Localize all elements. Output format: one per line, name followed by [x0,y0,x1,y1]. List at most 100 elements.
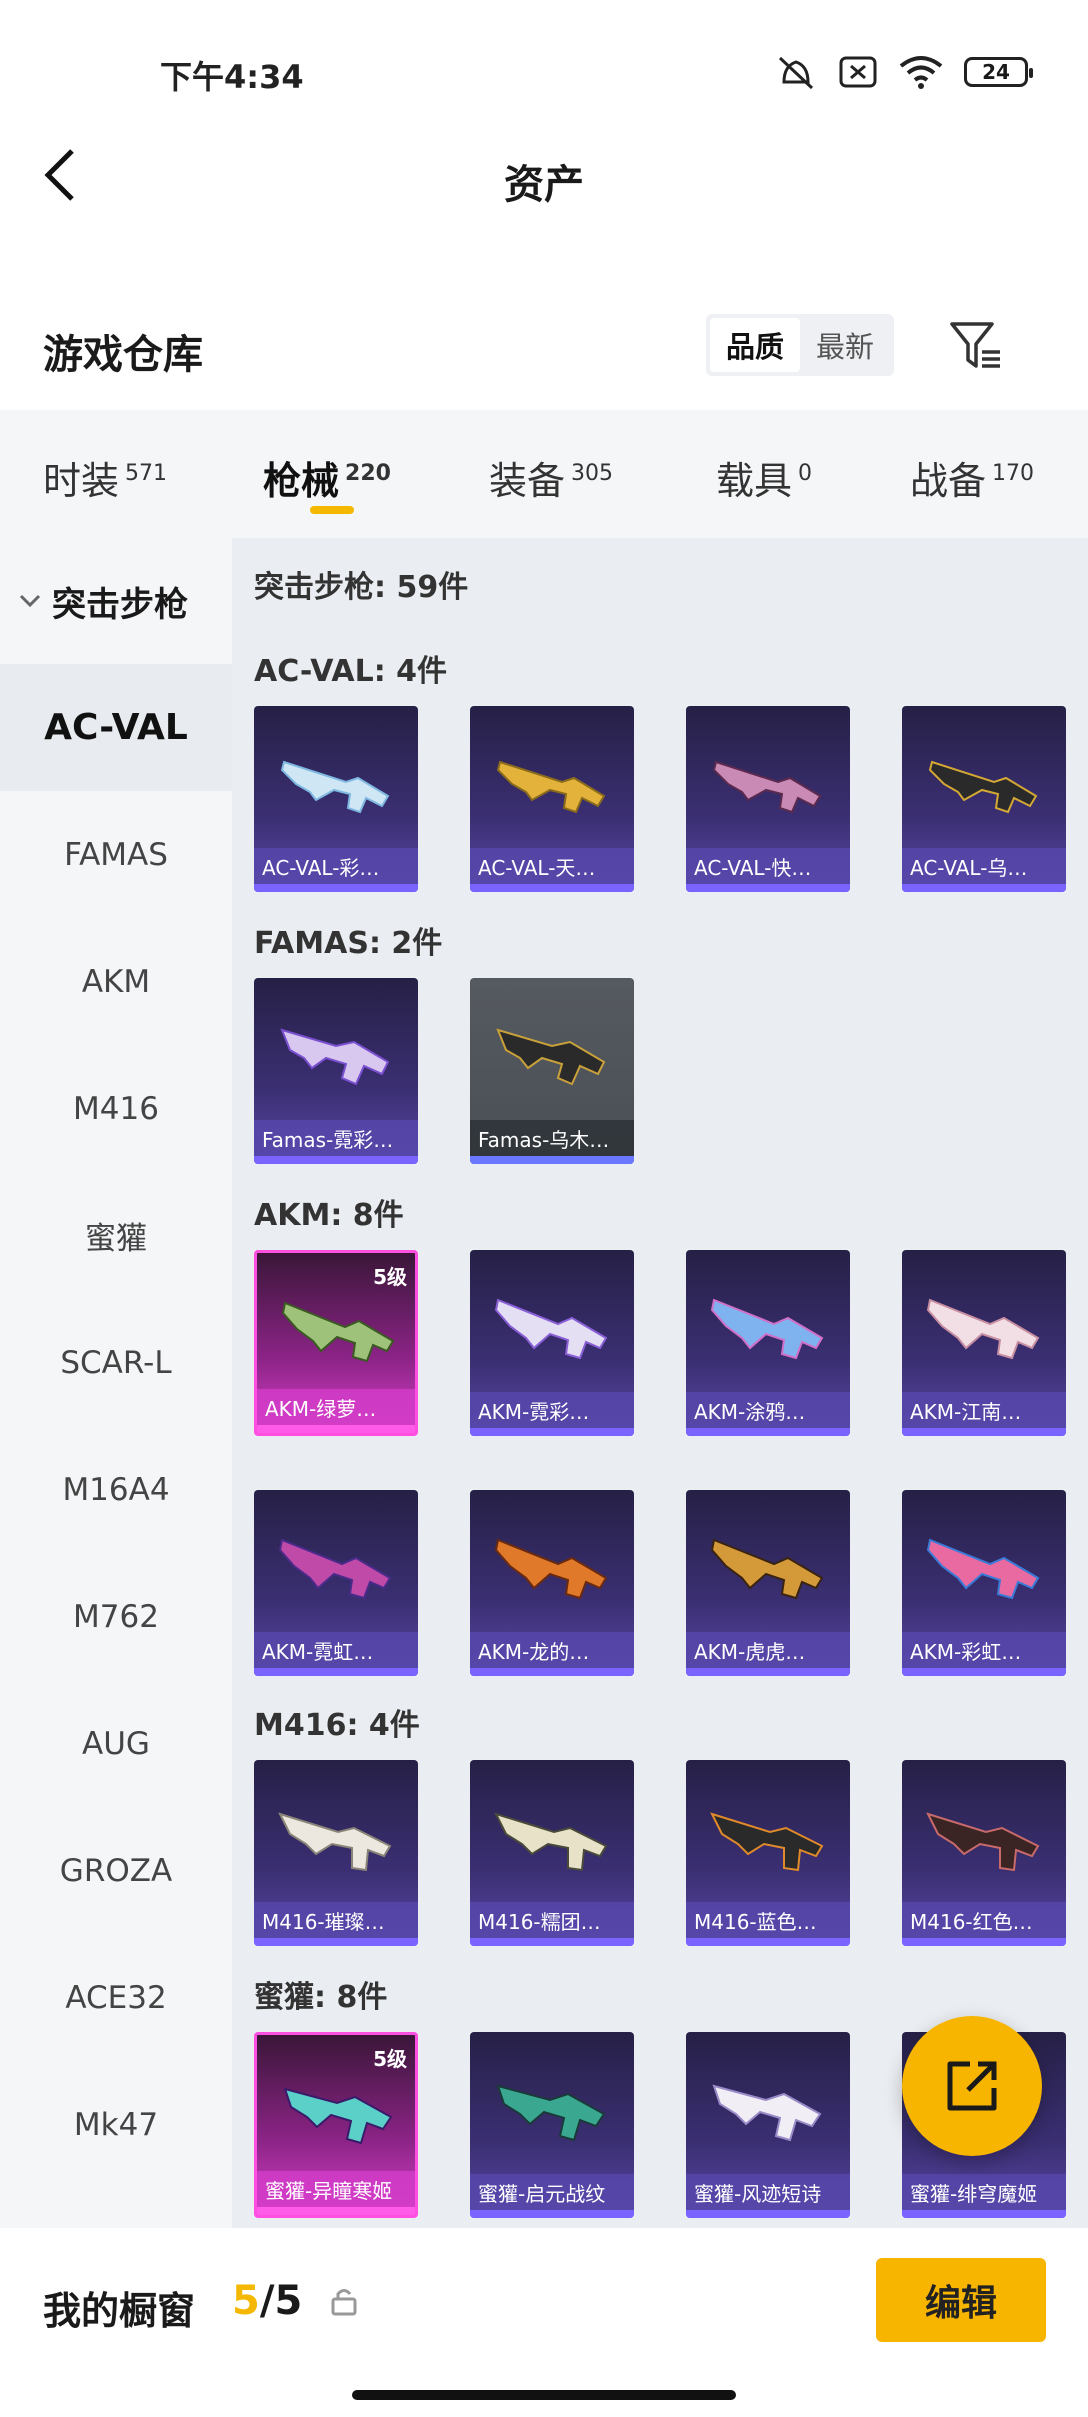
rifle-icon [280,1028,390,1086]
rarity-bar [902,1938,1066,1946]
tab-vehicles[interactable]: 载具 0 [716,450,812,505]
skin-card[interactable]: AC-VAL-彩… [254,706,418,892]
sidebar-item-famas[interactable]: FAMAS [0,791,232,918]
skin-card[interactable]: AKM-彩虹… [902,1490,1066,1676]
rarity-bar [257,1425,415,1433]
home-indicator[interactable] [352,2390,736,2400]
skin-card[interactable]: AKM-涂鸦… [686,1250,850,1436]
rarity-bar [686,1938,850,1946]
status-bar: 下午4:34 24 [0,0,1088,140]
sidebar-item-scar-l[interactable]: SCAR-L [0,1299,232,1426]
rifle-icon [494,1298,608,1360]
weapon-grid: 突击步枪: 59件 AC-VAL: 4件 AC-VAL-彩… AC-VAL-天…… [232,538,1088,2228]
skin-name: AKM-霓虹… [254,1632,418,1668]
skin-card[interactable]: 5级 蜜獾-异瞳寒姬 [254,2032,418,2218]
rarity-bar [254,1156,418,1164]
skin-card[interactable]: M416-糯团… [470,1760,634,1946]
rifle-icon [712,2084,822,2142]
filter-button[interactable] [948,318,1004,374]
sidebar-item-m762[interactable]: M762 [0,1553,232,1680]
skin-name: M416-璀璨… [254,1902,418,1938]
warehouse-title: 游戏仓库 [43,332,203,378]
rifle-icon [278,1812,392,1872]
rifle-icon [710,1538,824,1600]
skin-name: AKM-霓彩… [470,1392,634,1428]
sort-quality-button[interactable]: 品质 [710,318,801,372]
skin-card[interactable]: 5级 AKM-绿萝… [254,1250,418,1436]
tab-firearms[interactable]: 枪械 220 [263,450,391,505]
sidebar-item-aug[interactable]: AUG [0,1680,232,1807]
rarity-bar [902,1668,1066,1676]
sidebar-item-groza[interactable]: GROZA [0,1807,232,1934]
page-title: 资产 [504,162,584,208]
skin-card[interactable]: 蜜獾-风迹短诗 [686,2032,850,2218]
share-button[interactable] [902,2016,1042,2156]
rarity-bar [470,1938,634,1946]
skin-name: AKM-涂鸦… [686,1392,850,1428]
skin-name: AKM-江南… [902,1392,1066,1428]
filter-icon [950,322,1000,368]
skin-name: M416-糯团… [470,1902,634,1938]
skin-card[interactable]: Famas-乌木… [470,978,634,1164]
sim-off-icon [839,56,877,88]
edit-button[interactable]: 编辑 [876,2258,1046,2342]
sidebar-item-m416[interactable]: M416 [0,1045,232,1172]
showcase-count: 5/5 [232,2278,303,2324]
rifle-icon [928,760,1038,814]
skin-card[interactable]: M416-红色… [902,1760,1066,1946]
sort-newest-button[interactable]: 最新 [800,318,890,372]
skin-card[interactable]: 蜜獾-启元战纹 [470,2032,634,2218]
rarity-bar [686,1428,850,1436]
status-time: 下午4:34 [160,58,304,96]
rifle-icon [281,1301,395,1363]
sidebar-item-akm[interactable]: AKM [0,918,232,1045]
skin-name: AC-VAL-快… [686,848,850,884]
lock-icon [331,2289,357,2316]
sidebar-item-mk47[interactable]: Mk47 [0,2061,232,2188]
sidebar-item-ac-val[interactable]: AC-VAL [0,664,232,791]
rifle-icon [278,1538,392,1600]
rifle-icon [496,2084,606,2142]
skin-card[interactable]: AKM-江南… [902,1250,1066,1436]
section-label-famas: FAMAS: 2件 [254,926,443,961]
skin-card[interactable]: Famas-霓彩… [254,978,418,1164]
skin-card[interactable]: AC-VAL-快… [686,706,850,892]
rarity-bar [254,884,418,892]
skin-card[interactable]: AC-VAL-乌… [902,706,1066,892]
chevron-down-icon [18,591,42,611]
rarity-bar [470,1156,634,1164]
wifi-icon [899,56,943,89]
skin-card[interactable]: AKM-龙的… [470,1490,634,1676]
skin-name: 蜜獾-启元战纹 [470,2174,634,2210]
tab-supplies[interactable]: 战备 170 [910,450,1034,505]
skin-name: AKM-龙的… [470,1632,634,1668]
rifle-icon [926,1538,1040,1600]
skin-name: AKM-虎虎… [686,1632,850,1668]
mute-icon [778,56,814,90]
skin-card[interactable]: AKM-霓虹… [254,1490,418,1676]
rifle-icon [280,760,390,814]
skin-name: AC-VAL-乌… [902,848,1066,884]
sidebar-item-honey-badger[interactable]: 蜜獾 [0,1172,232,1299]
sidebar-item-ace32[interactable]: ACE32 [0,1934,232,2061]
sidebar-item-m16a4[interactable]: M16A4 [0,1426,232,1553]
rarity-bar [254,1668,418,1676]
rifle-icon [494,1538,608,1600]
rarity-bar [470,884,634,892]
skin-card[interactable]: M416-璀璨… [254,1760,418,1946]
skin-card[interactable]: M416-蓝色… [686,1760,850,1946]
skin-card[interactable]: AKM-虎虎… [686,1490,850,1676]
skin-name: AC-VAL-彩… [254,848,418,884]
tab-fashion[interactable]: 时装 571 [43,450,167,505]
weapon-sidebar: 突击步枪 AC-VAL FAMAS AKM M416 蜜獾 SCAR-L M16… [0,538,232,2228]
skin-name: AKM-彩虹… [902,1632,1066,1668]
skin-card[interactable]: AC-VAL-天… [470,706,634,892]
sidebar-category-assault-rifles[interactable]: 突击步枪 [0,538,232,664]
rifle-icon [496,1028,606,1086]
tab-equipment[interactable]: 装备 305 [489,450,613,505]
skin-card[interactable]: AKM-霓彩… [470,1250,634,1436]
tab-active-indicator [310,506,354,514]
rarity-bar [254,1938,418,1946]
rarity-bar [902,1428,1066,1436]
rifle-icon [710,1298,824,1360]
